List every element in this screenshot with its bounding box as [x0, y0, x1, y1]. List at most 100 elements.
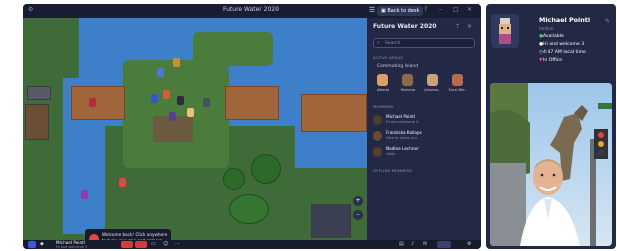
minimize-icon[interactable]: –	[439, 6, 442, 13]
screen: ⚙ Future Water 2020 ⌄ ☰ ▣ Back to desk ?…	[0, 0, 617, 251]
avatar	[452, 74, 463, 86]
video-frame	[490, 83, 612, 246]
close-sidebar-icon[interactable]: ✕	[467, 23, 472, 30]
avatar-player[interactable]	[151, 94, 158, 103]
member-row[interactable]: Michael Pointl Hi and welcome 3	[373, 114, 477, 128]
bush	[229, 194, 269, 224]
chevron-down-icon[interactable]: ⌄	[275, 5, 280, 12]
avatar	[427, 74, 438, 86]
active-person-name: Alberto	[376, 88, 390, 92]
active-person-name: Rheimes	[400, 88, 416, 92]
active-person-card[interactable]: Johanna...	[423, 72, 443, 94]
game-map[interactable]: + – Welcome back! Click anywhere to turn…	[23, 18, 367, 240]
avatar-npc[interactable]	[173, 58, 180, 67]
avatar-npc[interactable]	[169, 112, 176, 121]
avatar	[402, 74, 413, 86]
active-person-card[interactable]: Alberto	[373, 72, 393, 94]
west-bridge	[71, 86, 125, 120]
chat-icon[interactable]: ✉	[423, 241, 427, 247]
active-areas-header: ACTIVE AREAS	[373, 55, 403, 60]
location: In Office	[543, 58, 563, 63]
location-pin-icon: ▼	[539, 58, 543, 63]
maximize-icon[interactable]: □	[453, 6, 459, 13]
mic-off-button[interactable]	[121, 241, 133, 248]
avatar-npc[interactable]	[163, 90, 170, 99]
active-person-card[interactable]: Rheimes	[398, 72, 418, 94]
more-icon[interactable]: ⋯	[175, 241, 180, 247]
member-row[interactable]: Nadine Lechner Hello	[373, 146, 477, 160]
status-available: Available	[543, 34, 564, 39]
bookshelf-tile	[25, 104, 49, 140]
building-tile	[311, 204, 351, 238]
profile-panel: Michael Pointl he/him ✎ ● Available ● Hi…	[486, 4, 616, 249]
avatar	[373, 115, 382, 125]
avatar-npc[interactable]	[177, 96, 184, 105]
avatar-npc[interactable]	[89, 98, 96, 107]
members-header: MEMBERS	[373, 104, 394, 109]
video-feed[interactable]	[490, 83, 612, 246]
member-status: Nice to meet you	[386, 136, 417, 140]
toast-message: Welcome back! Click anywhere to turn you…	[102, 232, 168, 240]
settings-icon[interactable]: ⚙	[467, 241, 471, 247]
member-status: Hello	[386, 152, 396, 156]
close-window-icon[interactable]: ✕	[467, 6, 472, 13]
zoom-out-icon[interactable]: –	[353, 210, 363, 220]
east-bridge	[225, 86, 279, 120]
avatar	[377, 74, 388, 86]
space-title[interactable]: Future Water 2020	[223, 6, 279, 13]
avatar[interactable]	[28, 241, 36, 248]
welcome-toast[interactable]: Welcome back! Click anywhere to turn you…	[85, 229, 171, 240]
avatar-npc[interactable]	[119, 178, 126, 187]
member-row[interactable]: Franziska Kallops Nice to meet you	[373, 130, 477, 144]
emoji-icon[interactable]: ☺	[163, 241, 168, 247]
east-deck	[301, 94, 367, 132]
avatar-npc[interactable]	[81, 190, 88, 199]
avatar	[373, 147, 382, 157]
pin-icon[interactable]: ⇡	[455, 23, 460, 30]
participants-button[interactable]	[437, 241, 451, 248]
camera-off-button[interactable]	[135, 241, 147, 248]
avatar-sprite	[499, 18, 511, 44]
offline-members-header[interactable]: OFFLINE MEMBERS	[373, 168, 412, 173]
river-right	[295, 18, 367, 168]
member-status: Hi and welcome 3	[386, 120, 419, 124]
edit-icon[interactable]: ✎	[605, 18, 610, 25]
back-to-desk-button[interactable]: ▣ Back to desk	[377, 6, 424, 16]
desk-tile	[27, 86, 51, 100]
river-left	[63, 104, 105, 234]
back-to-desk-label: Back to desk	[387, 8, 420, 14]
sidebar-title: Future Water 2020	[373, 23, 437, 30]
active-person-card[interactable]: Excel Ber...	[448, 72, 468, 94]
title-bar: ⚙ Future Water 2020 ⌄ ☰ ▣ Back to desk ?…	[23, 4, 481, 18]
status-message: Hi and welcome 3	[543, 42, 585, 47]
active-group-name[interactable]: Commuting Island	[377, 64, 418, 69]
search-icon: ⌕	[377, 40, 380, 46]
tree-large	[251, 154, 281, 184]
search-input[interactable]: ⌕ Search	[373, 38, 475, 48]
bell-icon[interactable]: ♪	[411, 241, 414, 247]
sidebar: Future Water 2020 ⇡ ✕ ⌕ Search ACTIVE AR…	[367, 18, 481, 240]
profile-pronouns: he/him	[539, 26, 554, 31]
avatar-npc[interactable]	[157, 68, 164, 77]
avatar-npc[interactable]	[203, 98, 210, 107]
search-placeholder: Search	[385, 40, 401, 46]
bottom-user-status: Hi and welcome 3	[56, 244, 88, 249]
bottom-bar: ◆ Michael Pointl Hi and welcome 3 ▭ ☺ ⋯ …	[23, 240, 481, 249]
profile-name: Michael Pointl	[539, 16, 591, 24]
member-name: Franziska Kallops	[386, 130, 422, 135]
west-shore	[23, 78, 63, 238]
central-island	[123, 60, 229, 168]
gather-logo-icon[interactable]: ◆	[40, 241, 44, 247]
local-time: 4:47 AM local time	[543, 50, 586, 55]
calendar-icon[interactable]: ▤	[399, 241, 404, 247]
avatar	[373, 131, 382, 141]
menu-icon[interactable]: ☰	[369, 6, 375, 14]
northwest-shore	[23, 18, 79, 78]
help-icon[interactable]: ?	[424, 6, 427, 13]
member-name: Michael Pointl	[386, 114, 415, 119]
profile-avatar	[491, 14, 519, 48]
avatar-npc[interactable]	[187, 108, 194, 117]
north-island	[193, 32, 273, 66]
zoom-in-icon[interactable]: +	[353, 196, 363, 206]
screen-share-icon[interactable]: ▭	[151, 241, 156, 247]
